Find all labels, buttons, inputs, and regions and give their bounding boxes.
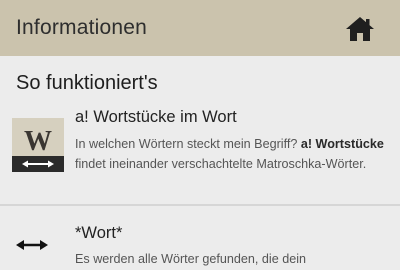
entry-description: In welchen Wörtern steckt mein Begriff? …	[75, 137, 384, 171]
entry-title: a! Wortstücke im Wort	[75, 108, 237, 126]
wortstuecke-thumbnail: W	[12, 118, 64, 172]
double-arrow-icon	[15, 238, 49, 252]
entry-description-wildcard: Es werden alle Wörter gefunden, die dein	[75, 252, 307, 266]
home-icon	[346, 17, 374, 41]
app-bar: Informationen	[0, 0, 400, 56]
home-button[interactable]	[344, 15, 376, 43]
section-heading: So funktioniert's	[16, 72, 158, 94]
entry-title-wildcard: *Wort*	[75, 224, 123, 242]
thumbnail-letter: W	[24, 126, 52, 157]
divider	[0, 204, 400, 206]
page-title: Informationen	[16, 16, 148, 39]
